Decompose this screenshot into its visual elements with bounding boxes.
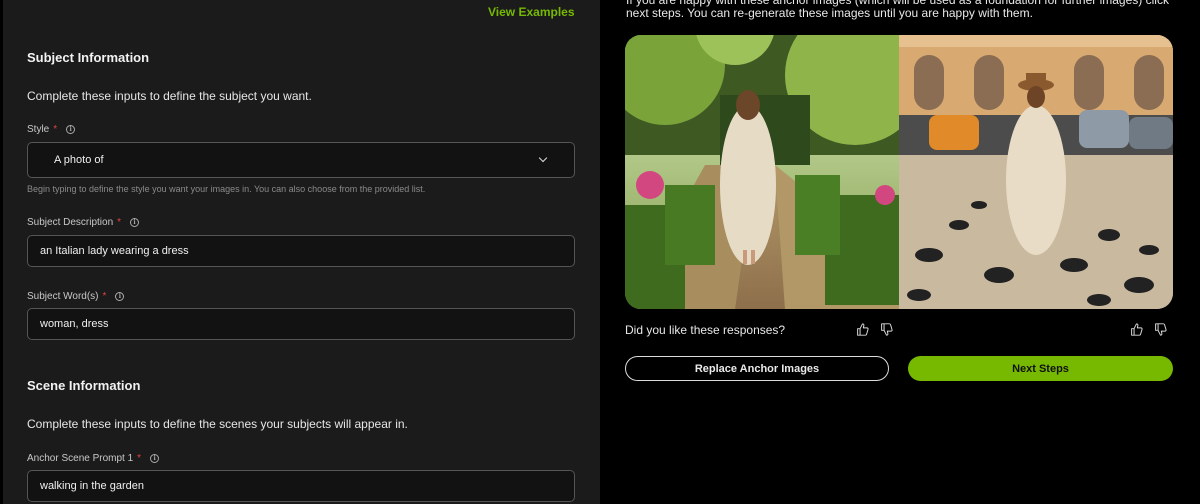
style-helper-text: Begin typing to define the style you wan… — [27, 184, 426, 194]
style-select[interactable]: A photo of — [27, 142, 575, 178]
info-icon[interactable]: i — [115, 292, 125, 301]
anchor-image-piazza[interactable] — [899, 35, 1173, 309]
garden-image-art — [625, 35, 899, 309]
scene-section-description: Complete these inputs to define the scen… — [27, 417, 408, 431]
subject-words-label-text: Subject Word(s) — [27, 291, 99, 302]
required-marker: * — [53, 124, 58, 135]
required-marker: * — [117, 217, 122, 228]
thumbs-up-icon[interactable] — [1130, 323, 1143, 336]
anchor-scene-label: Anchor Scene Prompt 1 * i — [27, 453, 160, 464]
anchor-intro-text: If you are happy with these anchor image… — [626, 0, 1169, 20]
style-select-value: A photo of — [54, 154, 104, 166]
subject-section-title: Subject Information — [27, 50, 150, 65]
required-marker: * — [102, 291, 107, 302]
subject-words-value: woman, dress — [40, 318, 109, 330]
style-label: Style * i — [27, 124, 76, 135]
anchor-image-garden[interactable] — [625, 35, 899, 309]
info-icon[interactable]: i — [130, 218, 140, 227]
subject-description-label-text: Subject Description — [27, 217, 114, 228]
anchor-scene-input[interactable]: walking in the garden — [27, 470, 575, 502]
anchor-image-pair — [625, 35, 1173, 309]
subject-description-value: an Italian lady wearing a dress — [40, 245, 189, 257]
thumbs-down-icon[interactable] — [1154, 323, 1167, 336]
anchor-scene-label-text: Anchor Scene Prompt 1 — [27, 453, 134, 464]
subject-words-input[interactable]: woman, dress — [27, 308, 575, 340]
info-icon[interactable]: i — [66, 125, 76, 134]
replace-anchor-images-button[interactable]: Replace Anchor Images — [625, 356, 889, 381]
thumbs-down-icon[interactable] — [880, 323, 893, 336]
scene-section-title: Scene Information — [27, 378, 141, 393]
subject-form-panel: View Examples Subject Information Comple… — [3, 0, 600, 504]
view-examples-link[interactable]: View Examples — [488, 5, 575, 19]
info-icon[interactable]: i — [150, 454, 160, 463]
subject-words-label: Subject Word(s) * i — [27, 291, 125, 302]
subject-description-input[interactable]: an Italian lady wearing a dress — [27, 235, 575, 267]
anchor-scene-value: walking in the garden — [40, 480, 144, 492]
thumbs-up-icon[interactable] — [856, 323, 869, 336]
required-marker: * — [137, 453, 142, 464]
subject-description-label: Subject Description * i — [27, 217, 140, 228]
next-steps-button[interactable]: Next Steps — [908, 356, 1173, 381]
anchor-images-panel: If you are happy with these anchor image… — [601, 0, 1200, 504]
subject-section-description: Complete these inputs to define the subj… — [27, 89, 312, 103]
style-label-text: Style — [27, 124, 50, 135]
piazza-image-art — [899, 35, 1173, 309]
feedback-question: Did you like these responses? — [625, 323, 786, 337]
chevron-down-icon — [538, 153, 548, 163]
